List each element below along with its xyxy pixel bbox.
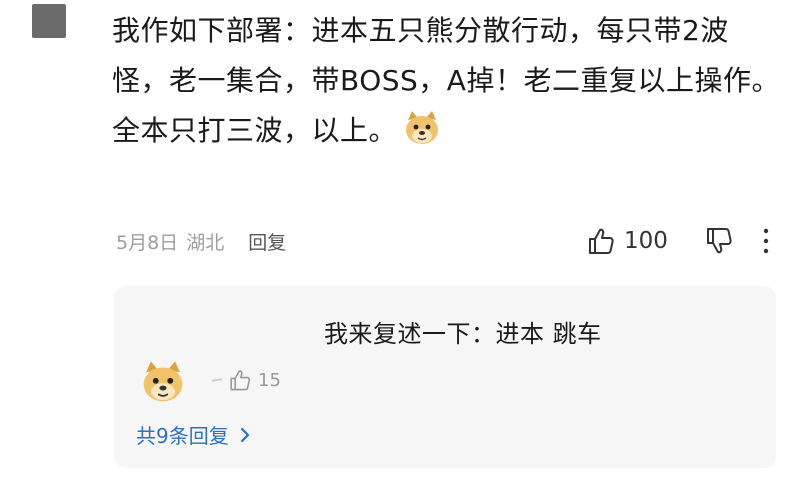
reply-button[interactable]: 回复 <box>248 228 286 255</box>
reply-like[interactable]: 15 <box>211 368 281 392</box>
comment-actions: 100 <box>586 224 770 258</box>
divider-mark <box>211 378 223 382</box>
comment-line-1: 我作如下部署：进本五只熊分散行动，每只带2波怪，老一集合，带BOSS，A掉！老二… <box>112 14 780 97</box>
thumbs-down-icon[interactable] <box>704 226 734 256</box>
chevron-right-icon <box>240 427 249 442</box>
reply-like-count: 15 <box>258 369 281 391</box>
comment-text: 我作如下部署：进本五只熊分散行动，每只带2波怪，老一集合，带BOSS，A掉！老二… <box>112 6 784 162</box>
doge-emoji-icon <box>403 110 441 162</box>
comment-line-2-text: 全本只打三波，以上。 <box>112 114 398 147</box>
thumbs-up-icon[interactable] <box>586 226 616 256</box>
view-all-replies-label: 共9条回复 <box>136 424 229 448</box>
more-options-icon[interactable] <box>762 227 770 255</box>
comment-location: 湖北 <box>186 231 225 254</box>
user-avatar[interactable] <box>32 4 66 38</box>
doge-emoji-icon <box>140 360 186 408</box>
view-all-replies-link[interactable]: 共9条回复 <box>136 420 253 449</box>
comment-date: 5月8日 <box>116 231 179 254</box>
like-count: 100 <box>624 228 668 254</box>
comment-meta: 5月8日 湖北 回复 <box>116 226 286 256</box>
reply-thread: 我来复述一下：进本 跳车 15 共9条回复 <box>114 286 776 468</box>
thumbs-up-icon[interactable] <box>228 368 252 392</box>
reply-text: 我来复述一下：进本 跳车 <box>324 320 602 348</box>
comment-line-2: 全本只打三波，以上。 <box>112 106 784 162</box>
